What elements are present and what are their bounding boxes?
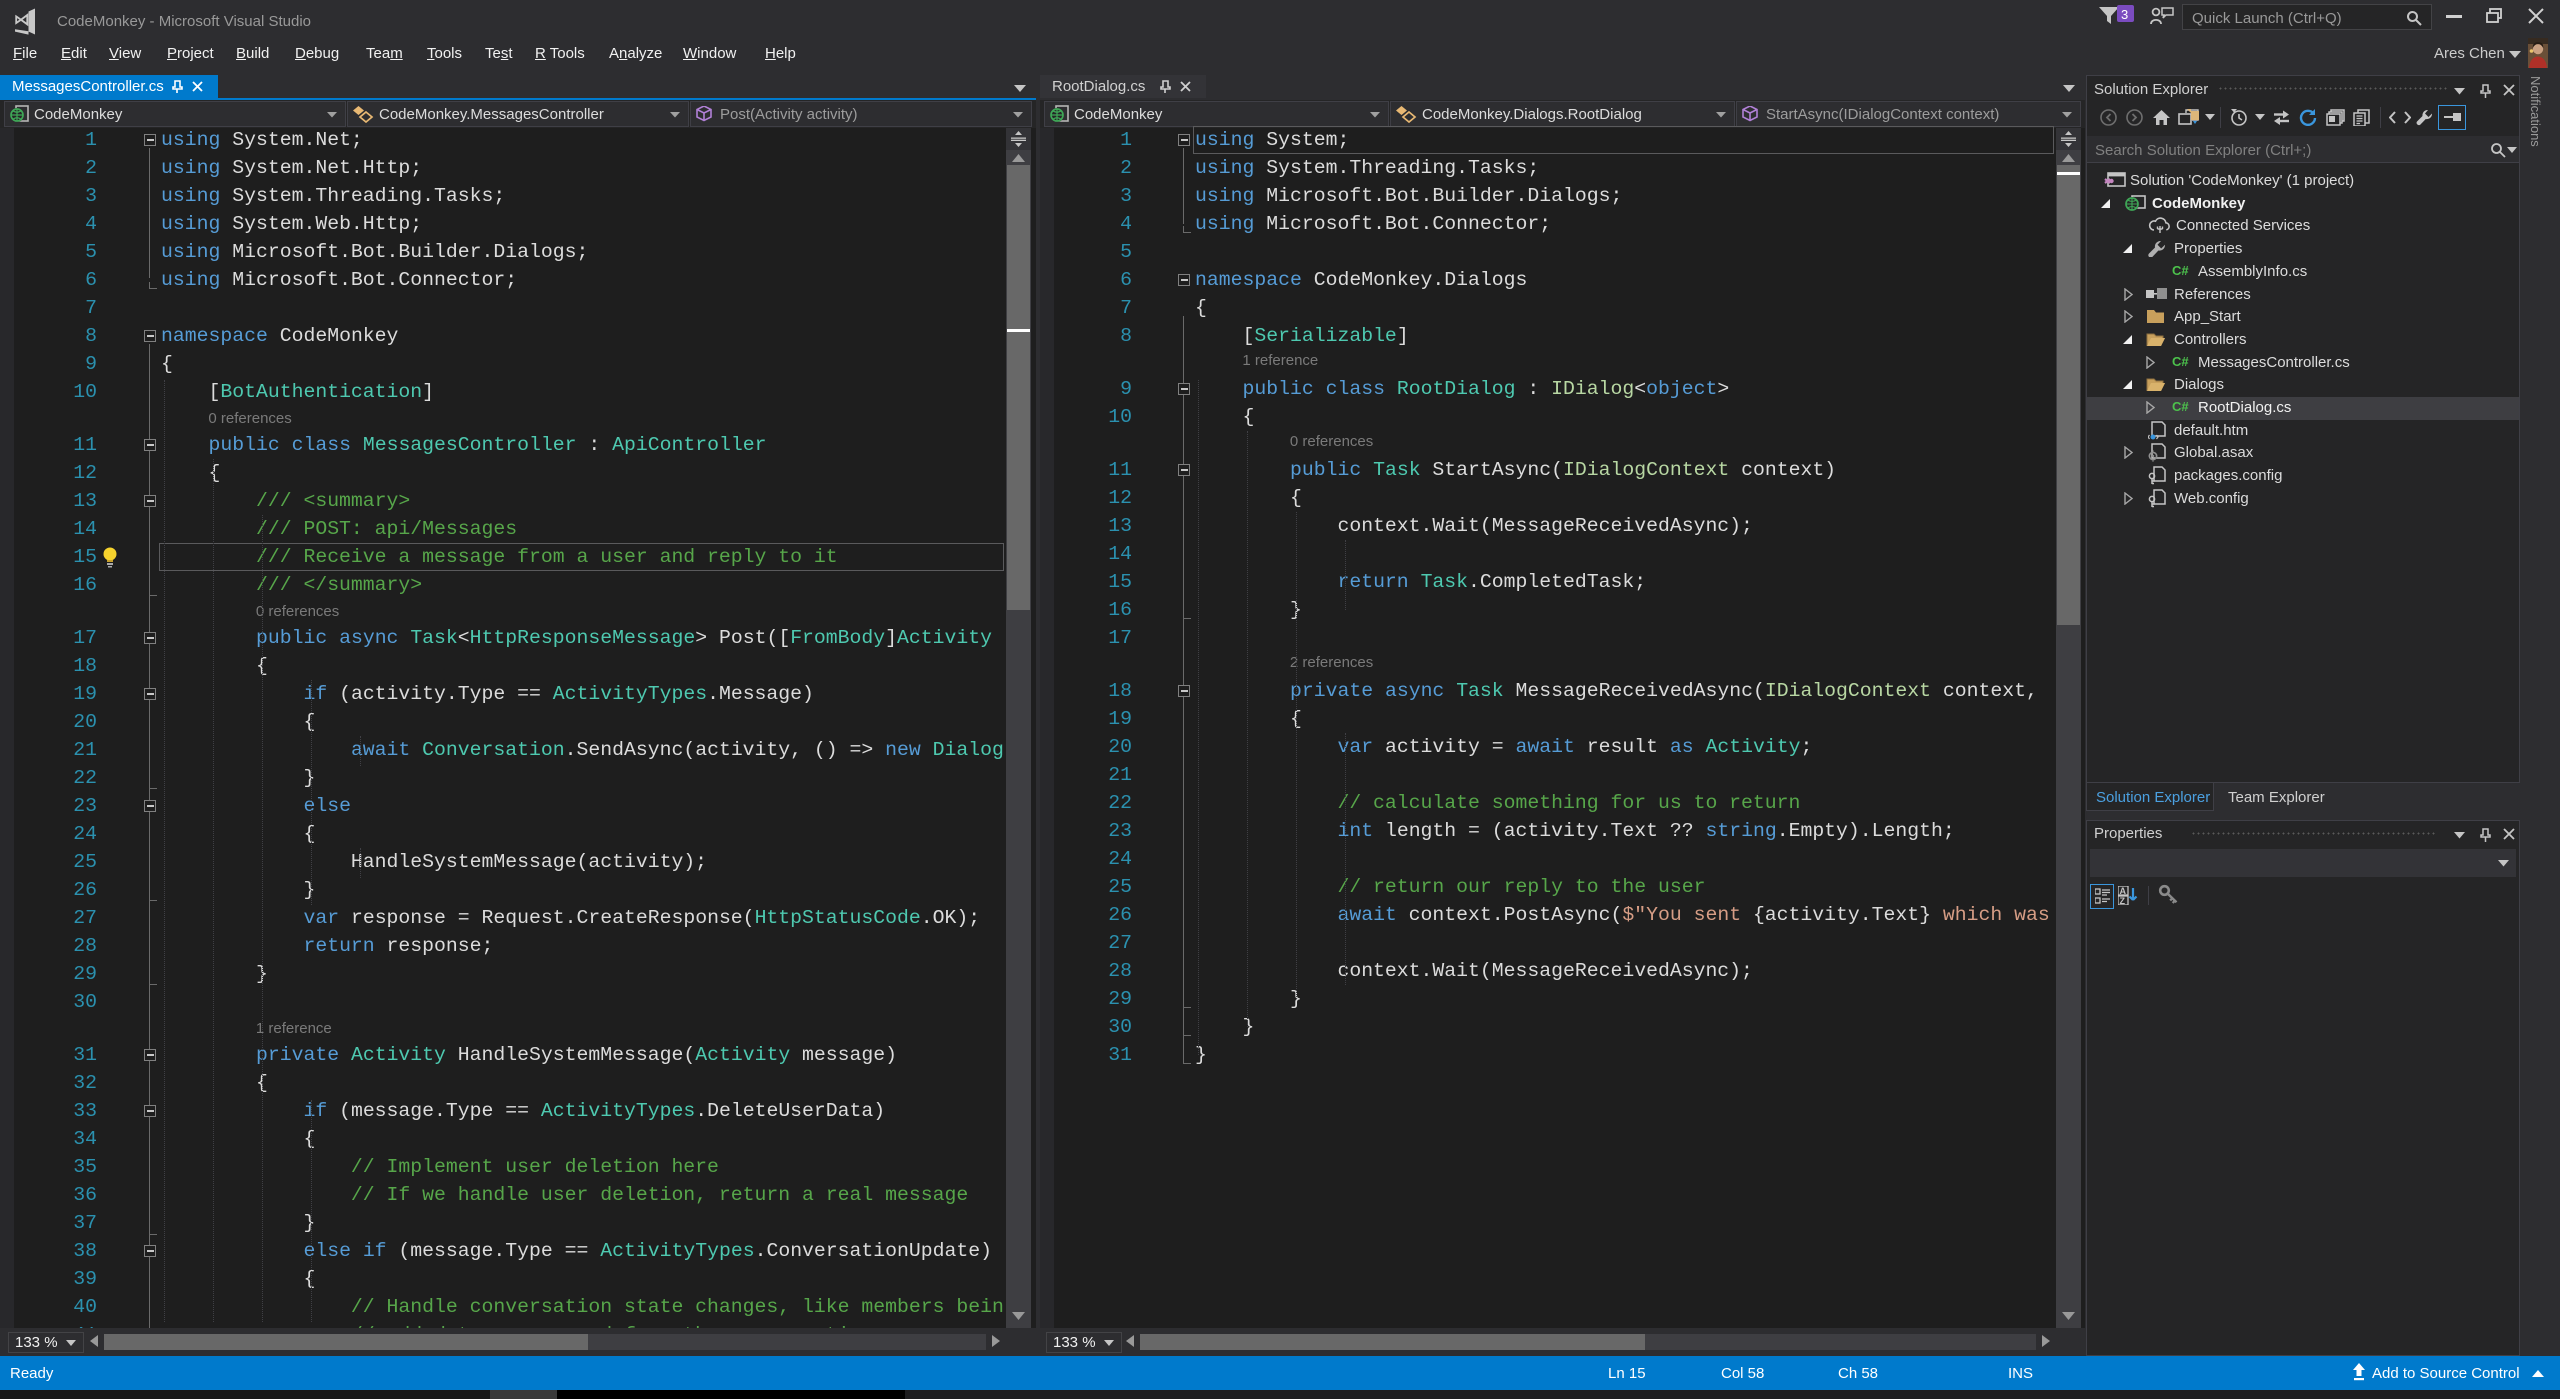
svg-text:A: A — [2120, 886, 2127, 896]
svg-text:Z: Z — [2120, 896, 2126, 905]
